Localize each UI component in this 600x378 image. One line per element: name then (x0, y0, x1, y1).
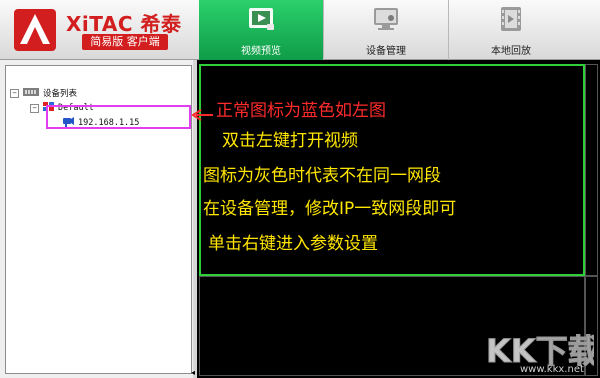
video-window-2[interactable] (585, 64, 598, 276)
video-preview-icon (246, 6, 276, 32)
top-toolbar: XiTAC 希泰 简易版 客户端 视频预览 设备管理 本地回放 (0, 0, 600, 60)
highlight-box (46, 105, 191, 129)
collapse-icon[interactable]: − (10, 88, 19, 98)
annotation-line-3: 图标为灰色时代表不在同一网段 (203, 166, 441, 186)
annotation-line-1: 正常图标为蓝色如左图 (216, 101, 386, 121)
tree-root-label: 设备列表 (43, 89, 78, 99)
brand-name: XiTAC 希泰 (66, 12, 182, 36)
device-management-icon (371, 6, 401, 32)
tab-device-management-label: 设备管理 (366, 46, 406, 57)
arrow-left-icon (191, 109, 213, 121)
local-playback-icon (496, 6, 526, 32)
collapse-icon[interactable]: − (30, 103, 39, 113)
tab-video-preview[interactable]: 视频预览 (199, 0, 323, 60)
watermark-site: www.kkx.net (520, 364, 584, 375)
annotation-line-4: 在设备管理，修改IP一致网段即可 (203, 199, 457, 219)
tree-root-device-list[interactable]: − 设备列表 (10, 86, 77, 100)
device-list-icon (23, 87, 39, 100)
tab-local-playback[interactable]: 本地回放 (449, 0, 573, 60)
annotation-line-5: 单击右键进入参数设置 (208, 234, 378, 254)
annotation-line-2: 双击左键打开视频 (222, 131, 358, 151)
sidebar-collapse-icon[interactable]: ◂ (189, 369, 197, 377)
tab-local-playback-label: 本地回放 (491, 46, 531, 57)
edition-badge: 简易版 客户端 (82, 34, 168, 50)
tab-video-preview-label: 视频预览 (241, 46, 281, 57)
brand-logo-icon (14, 9, 56, 51)
brand-logo: XiTAC 希泰 简易版 客户端 (8, 6, 198, 54)
tab-device-management[interactable]: 设备管理 (324, 0, 448, 60)
